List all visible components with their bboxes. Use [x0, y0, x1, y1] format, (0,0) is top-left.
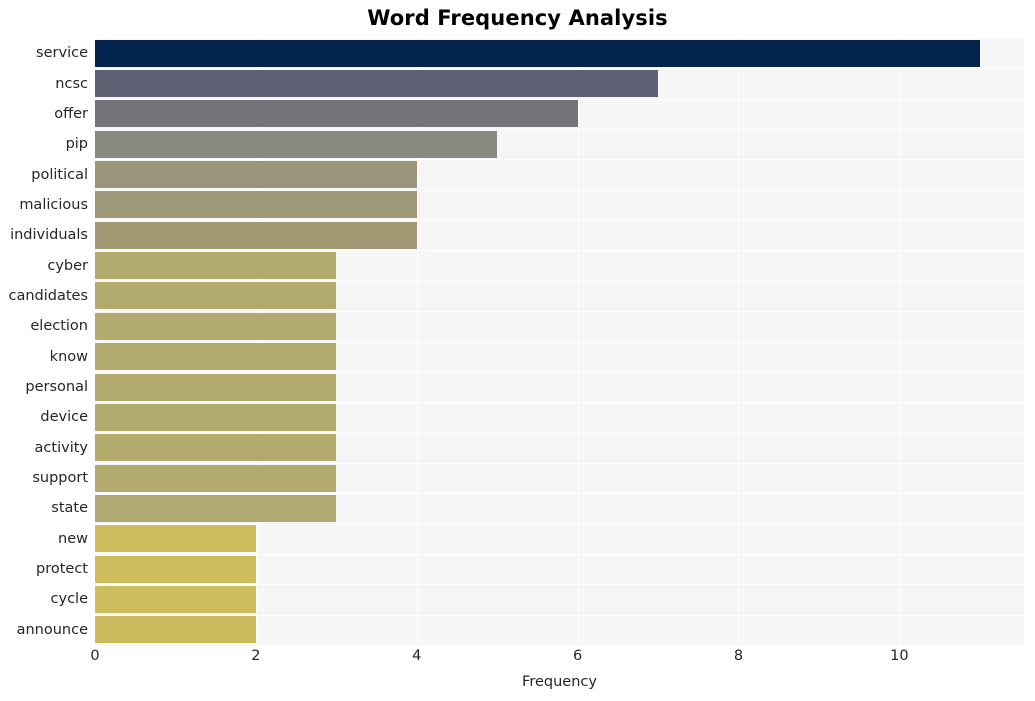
x-axis-tick-label: 6	[572, 648, 583, 664]
plot-area	[95, 38, 1024, 646]
x-axis-tick-label: 4	[412, 648, 422, 664]
y-axis-tick-label: personal	[25, 379, 88, 396]
y-axis-tick-label: service	[36, 45, 88, 62]
bar	[95, 252, 337, 280]
y-axis-tick-label: protect	[36, 561, 88, 578]
y-axis-tick-label: malicious	[19, 196, 88, 213]
y-axis-tick-label: support	[32, 470, 88, 487]
bars-group	[95, 38, 1024, 645]
x-axis-tick-label: 0	[90, 648, 100, 664]
bar	[95, 434, 337, 462]
bar	[95, 525, 256, 553]
bar	[95, 312, 337, 340]
y-axis-tick-label: cycle	[50, 591, 88, 608]
bar	[95, 343, 337, 371]
y-axis-tick-label: cyber	[47, 257, 88, 274]
bar	[95, 585, 256, 613]
bar	[95, 373, 337, 401]
bar	[95, 70, 659, 98]
x-axis-tick-label: 2	[251, 648, 261, 664]
y-axis-tick-label: state	[51, 500, 88, 517]
chart-title: Word Frequency Analysis	[367, 6, 668, 30]
y-axis-tick-label: activity	[34, 439, 88, 456]
y-axis-tick-label: individuals	[10, 227, 88, 244]
y-axis-tick-label: ncsc	[55, 75, 88, 92]
bar	[95, 130, 498, 158]
y-axis-tick-label: device	[40, 409, 88, 426]
y-axis-tick-label: pip	[65, 136, 88, 153]
y-axis-tick-label: candidates	[8, 287, 88, 304]
bar	[95, 39, 980, 67]
gridline-horizontal	[95, 645, 1024, 646]
x-axis-tick-labels: 0 2 4 6 8 10	[0, 648, 1035, 672]
chart-figure: Word Frequency Analysis service ncsc offer…	[0, 0, 1035, 701]
bar	[95, 161, 417, 189]
bar	[95, 555, 256, 583]
x-axis-tick-label: 10	[890, 648, 909, 664]
y-axis-tick-label: new	[58, 530, 88, 547]
bar	[95, 191, 417, 219]
y-axis-tick-label: announce	[16, 621, 88, 638]
y-axis-tick-labels: service ncsc offer pip political malicious ind…	[0, 38, 88, 645]
bar	[95, 100, 578, 128]
bar	[95, 616, 256, 644]
y-axis-tick-label: offer	[54, 105, 88, 122]
y-axis-tick-label: political	[31, 166, 88, 183]
x-axis-title: Frequency	[522, 674, 597, 690]
y-axis-tick-label: know	[49, 348, 88, 365]
y-axis-tick-label: election	[30, 318, 88, 335]
bar	[95, 494, 337, 522]
x-axis-tick-label: 8	[733, 648, 744, 664]
bar	[95, 403, 337, 431]
bar	[95, 221, 417, 249]
bar	[95, 464, 337, 492]
bar	[95, 282, 337, 310]
